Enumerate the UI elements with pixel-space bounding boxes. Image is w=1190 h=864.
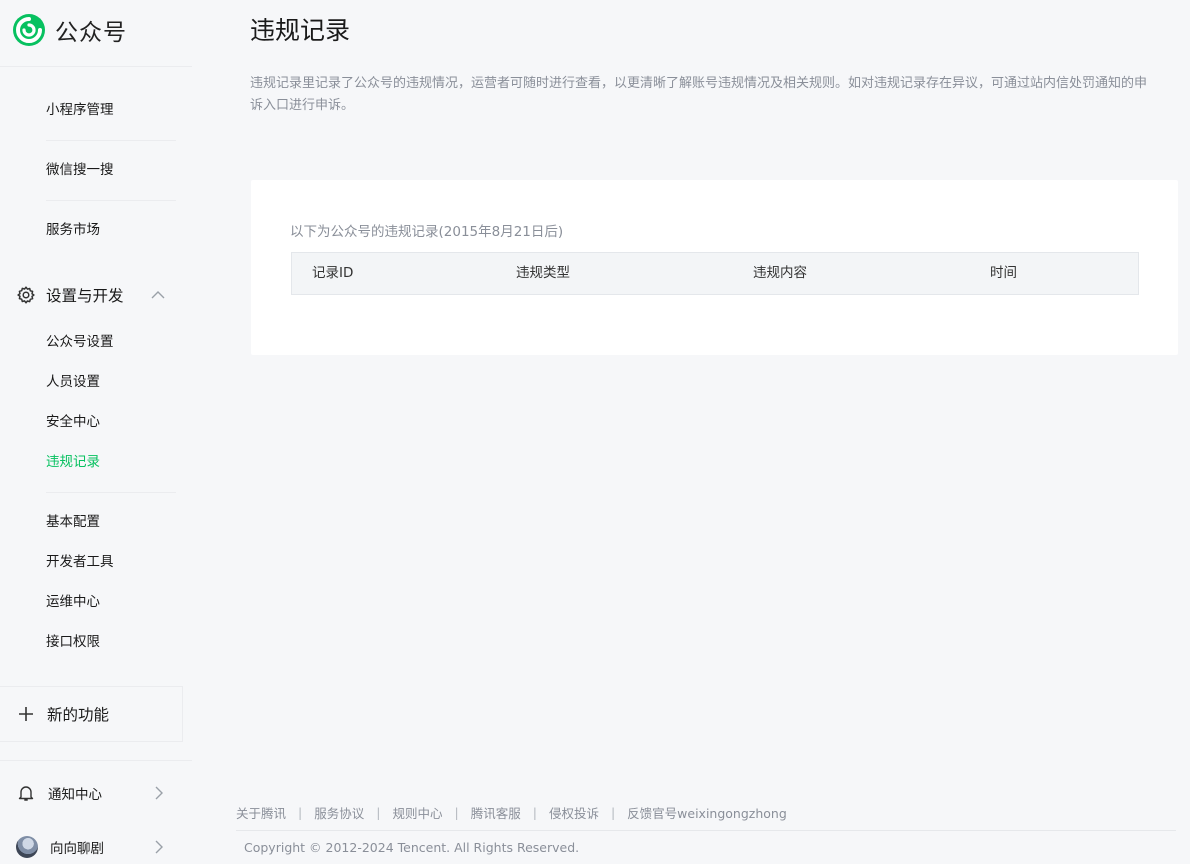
sidebar-item-ops-center[interactable]: 运维中心 xyxy=(46,592,100,612)
records-caption: 以下为公众号的违规记录(2015年8月21日后) xyxy=(290,224,564,240)
sidebar-item-violation-records[interactable]: 违规记录 xyxy=(46,452,100,472)
chevron-right-icon xyxy=(155,786,163,800)
sidebar-item-member-settings[interactable]: 人员设置 xyxy=(46,372,100,392)
notification-center[interactable]: 通知中心 xyxy=(16,779,168,807)
divider xyxy=(46,140,176,141)
bell-icon xyxy=(18,786,34,801)
footer-separator: | xyxy=(532,804,537,820)
footer-link-customer-service[interactable]: 腾讯客服 xyxy=(471,803,521,822)
plus-icon xyxy=(19,707,33,721)
divider xyxy=(0,760,192,761)
sidebar-section-settings-dev[interactable]: 设置与开发 xyxy=(16,283,176,307)
wechat-official-account-logo xyxy=(13,14,45,46)
column-header-violation-type: 违规类型 xyxy=(516,265,570,281)
sidebar-item-mini-program[interactable]: 小程序管理 xyxy=(46,100,114,120)
sidebar-item-dev-tools[interactable]: 开发者工具 xyxy=(46,552,114,572)
sidebar-item-basic-config[interactable]: 基本配置 xyxy=(46,512,100,532)
sidebar-item-security-center[interactable]: 安全中心 xyxy=(46,412,100,432)
sidebar: 公众号 小程序管理 微信搜一搜 服务市场 设置与开发 公众号设置 人员设置 安全… xyxy=(0,0,192,864)
column-header-time: 时间 xyxy=(990,265,1017,281)
footer-separator: | xyxy=(376,804,381,820)
column-header-violation-content: 违规内容 xyxy=(753,265,807,281)
chevron-right-icon xyxy=(155,840,163,854)
notification-center-label: 通知中心 xyxy=(48,787,102,803)
footer-separator: | xyxy=(454,804,459,820)
column-header-record-id: 记录ID xyxy=(312,265,354,281)
violation-records-card: 以下为公众号的违规记录(2015年8月21日后) 记录ID 违规类型 违规内容 … xyxy=(251,180,1178,355)
copyright: Copyright © 2012-2024 Tencent. All Right… xyxy=(244,840,580,855)
sidebar-item-wechat-search[interactable]: 微信搜一搜 xyxy=(46,160,114,180)
sidebar-item-api-permissions[interactable]: 接口权限 xyxy=(46,632,100,652)
account-name: 向向聊剧 xyxy=(50,841,104,857)
page-description: 违规记录里记录了公众号的违规情况，运营者可随时进行查看，以更清晰了解账号违规情况… xyxy=(250,76,1148,113)
footer-link-feedback[interactable]: 反馈官号weixingongzhong xyxy=(627,803,787,822)
account-menu[interactable]: 向向聊剧 xyxy=(16,833,168,861)
footer-separator: | xyxy=(298,804,303,820)
records-table-header: 记录ID 违规类型 违规内容 时间 xyxy=(291,252,1139,295)
sidebar-section-label: 设置与开发 xyxy=(46,287,124,305)
gear-icon xyxy=(17,286,35,304)
footer-separator: | xyxy=(610,804,616,820)
footer-link-infringement[interactable]: 侵权投诉 xyxy=(549,803,599,822)
avatar xyxy=(16,836,38,858)
divider xyxy=(0,66,192,67)
footer-links: 关于腾讯 | 服务协议 | 规则中心 | 腾讯客服 | 侵权投诉 | 反馈官号w… xyxy=(236,802,787,822)
page-title: 违规记录 xyxy=(250,16,351,45)
new-feature-label: 新的功能 xyxy=(47,706,110,724)
footer-link-rules-center[interactable]: 规则中心 xyxy=(392,803,442,822)
brand[interactable]: 公众号 xyxy=(12,12,127,48)
divider xyxy=(46,492,176,493)
footer-link-about[interactable]: 关于腾讯 xyxy=(236,803,286,822)
chevron-up-icon xyxy=(151,291,165,299)
new-feature-button[interactable]: 新的功能 xyxy=(0,686,183,742)
sidebar-item-service-market[interactable]: 服务市场 xyxy=(46,220,100,240)
brand-name: 公众号 xyxy=(55,20,127,46)
sidebar-item-account-settings[interactable]: 公众号设置 xyxy=(46,332,114,352)
divider xyxy=(46,200,176,201)
footer-link-service-agreement[interactable]: 服务协议 xyxy=(314,803,364,822)
footer-divider xyxy=(236,830,1176,831)
